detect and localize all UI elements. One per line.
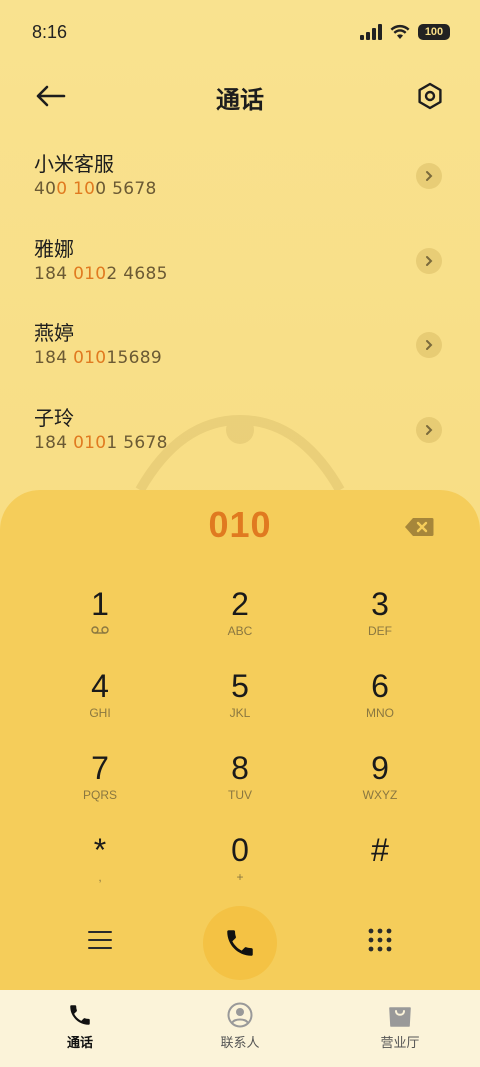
- key-1[interactable]: 1: [30, 580, 170, 662]
- contact-row[interactable]: 小米客服 400 100 5678: [0, 138, 480, 223]
- key-letters: PQRS: [82, 788, 117, 802]
- key-letters: DEF: [368, 624, 392, 638]
- contact-name: 雅娜: [34, 236, 74, 261]
- nav-tab-store[interactable]: 营业厅: [320, 990, 480, 1067]
- key-letters: TUV: [228, 788, 252, 802]
- contact-detail-button[interactable]: [416, 332, 442, 358]
- key-7[interactable]: 7 PQRS: [30, 744, 170, 826]
- chevron-right-icon: [426, 424, 433, 435]
- contact-row[interactable]: 子玲 184 0101 5678: [0, 392, 480, 477]
- key-digit: 5: [231, 668, 249, 704]
- call-button[interactable]: [203, 906, 277, 980]
- bottom-nav: 通话 联系人 营业厅: [0, 990, 480, 1067]
- contact-number: 400 100 5678: [34, 179, 157, 199]
- contact-row[interactable]: 雅娜 184 0102 4685: [0, 223, 480, 308]
- dialpad-panel: 010 1 2 ABC 3 DEF 4 GHI 5 JKL 6 MNO 7 PQ…: [0, 490, 480, 990]
- wifi-icon: [390, 24, 410, 39]
- key-digit: 4: [91, 668, 109, 704]
- dial-actions: [0, 902, 480, 980]
- contact-icon: [227, 1002, 253, 1028]
- contact-number: 184 0102 4685: [34, 263, 168, 284]
- key-letters: +: [236, 870, 244, 884]
- gear-icon: [418, 82, 442, 110]
- key-letters: ,: [98, 870, 102, 884]
- chevron-right-icon: [426, 255, 433, 266]
- key-star[interactable]: * ,: [30, 826, 170, 908]
- key-5[interactable]: 5 JKL: [170, 662, 310, 744]
- dialpad-grid-icon: [368, 928, 392, 952]
- contact-name: 小米客服: [34, 152, 114, 176]
- menu-icon: [88, 931, 112, 949]
- backspace-icon: [405, 518, 434, 536]
- shopping-bag-icon: [389, 1007, 411, 1027]
- key-digit: 6: [371, 668, 389, 704]
- status-time: 8:16: [32, 22, 68, 42]
- nav-tab-calls[interactable]: 通话: [0, 990, 160, 1067]
- voicemail-icon: [91, 626, 109, 634]
- key-digit: 8: [231, 750, 249, 786]
- status-bar: 8:16 100: [0, 0, 480, 66]
- chevron-right-icon: [426, 171, 433, 181]
- menu-button[interactable]: [80, 920, 120, 960]
- nav-label: 联系人: [220, 1036, 260, 1051]
- key-letters: GHI: [89, 706, 111, 720]
- key-digit: #: [371, 832, 389, 868]
- key-digit: 3: [371, 586, 389, 622]
- status-icons: 100: [360, 24, 450, 40]
- nav-label: 营业厅: [380, 1036, 420, 1051]
- key-4[interactable]: 4 GHI: [30, 662, 170, 744]
- key-6[interactable]: 6 MNO: [310, 662, 450, 744]
- contact-number: 184 01015689: [34, 348, 163, 368]
- contact-detail-button[interactable]: [416, 416, 442, 443]
- header: 通话: [0, 66, 480, 122]
- key-letters: WXYZ: [362, 788, 398, 802]
- key-digit: 0: [231, 832, 249, 868]
- key-3[interactable]: 3 DEF: [310, 580, 450, 662]
- key-8[interactable]: 8 TUV: [170, 744, 310, 826]
- settings-button[interactable]: [410, 76, 450, 116]
- key-hash[interactable]: #: [310, 826, 450, 908]
- key-digit: 9: [371, 750, 389, 786]
- battery-icon: 100: [418, 24, 450, 40]
- chevron-right-icon: [426, 340, 433, 350]
- phone-icon: [70, 1005, 90, 1025]
- key-letters: JKL: [229, 706, 251, 720]
- contact-detail-button[interactable]: [416, 247, 442, 274]
- contact-name: 子玲: [34, 405, 74, 430]
- key-letters: ABC: [227, 624, 253, 638]
- nav-tab-contacts[interactable]: 联系人: [160, 990, 320, 1067]
- keypad: 1 2 ABC 3 DEF 4 GHI 5 JKL 6 MNO 7 PQRS 8…: [30, 580, 450, 908]
- key-digit: 7: [91, 750, 109, 786]
- signal-icon: [360, 24, 382, 40]
- key-letters: MNO: [366, 706, 394, 720]
- backspace-button[interactable]: [402, 514, 436, 540]
- contact-number: 184 0101 5678: [34, 432, 168, 453]
- nav-label: 通话: [66, 1036, 93, 1051]
- contact-name: 燕婷: [34, 321, 74, 345]
- dialpad-toggle-button[interactable]: [360, 920, 400, 960]
- contact-row[interactable]: 燕婷 184 01015689: [0, 307, 480, 392]
- key-digit: 1: [91, 586, 109, 622]
- key-digit: 2: [231, 586, 249, 622]
- key-2[interactable]: 2 ABC: [170, 580, 310, 662]
- phone-icon: [227, 930, 253, 956]
- page-title: 通话: [216, 86, 264, 114]
- contact-list: 小米客服 400 100 5678 雅娜 184 0102 4685 燕婷 18…: [0, 138, 480, 476]
- key-digit: *: [93, 832, 107, 868]
- key-0[interactable]: 0 +: [170, 826, 310, 908]
- contact-detail-button[interactable]: [416, 163, 442, 189]
- key-9[interactable]: 9 WXYZ: [310, 744, 450, 826]
